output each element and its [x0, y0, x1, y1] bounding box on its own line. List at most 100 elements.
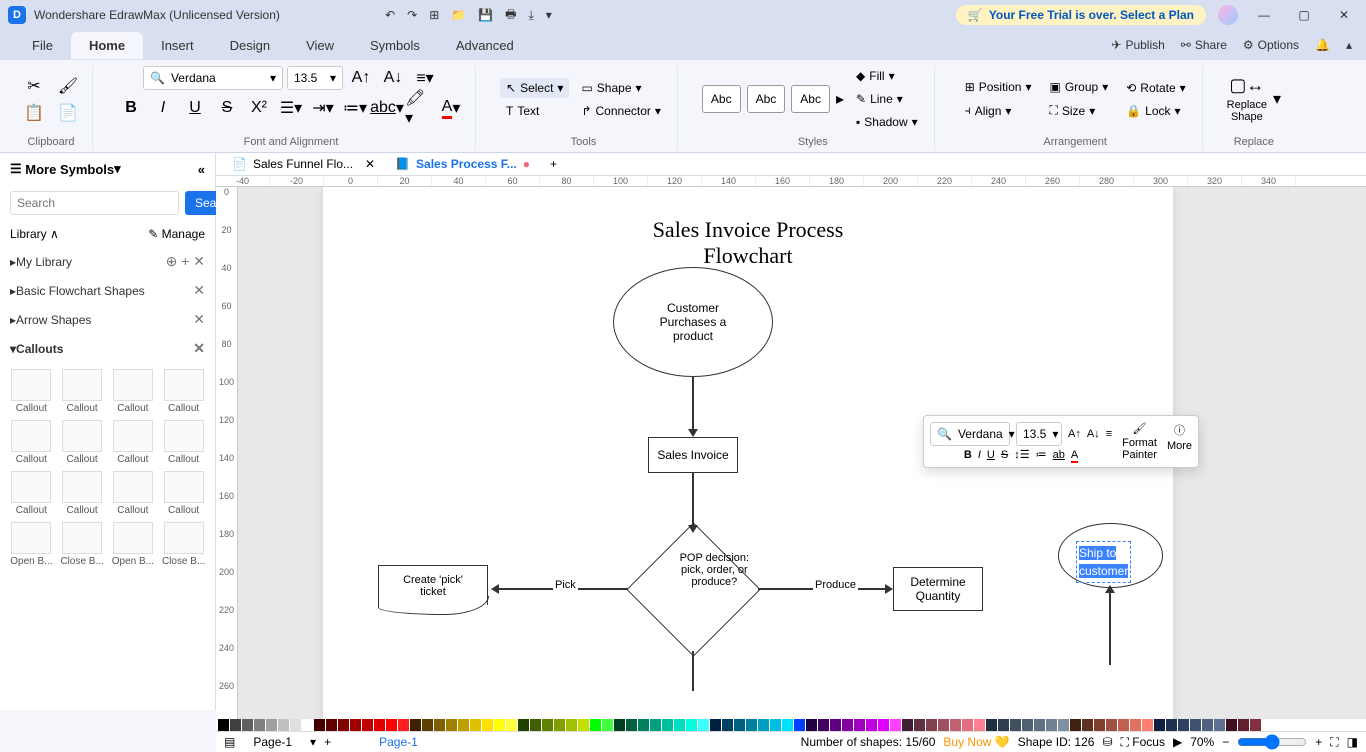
pagetab-add-icon[interactable]: +	[324, 735, 331, 749]
color-swatch[interactable]	[578, 719, 589, 731]
redo-icon[interactable]: ↷	[407, 8, 417, 22]
color-swatch[interactable]	[518, 719, 529, 731]
qa-more-icon[interactable]: ▾	[546, 8, 552, 22]
callout-thumb[interactable]: Callout	[160, 418, 207, 465]
undo-icon[interactable]: ↶	[385, 8, 395, 22]
float-dec-font-icon[interactable]: A↓	[1087, 428, 1100, 440]
color-swatch[interactable]	[650, 719, 661, 731]
style-preset-2[interactable]: Abc	[747, 85, 786, 113]
doctab-1[interactable]: 📄 Sales Funnel Flo...✕	[222, 153, 385, 175]
increase-font-icon[interactable]: A↑	[347, 66, 375, 90]
color-swatch[interactable]	[314, 719, 325, 731]
replace-dropdown-icon[interactable]: ▾	[1273, 89, 1281, 109]
replace-shape-icon[interactable]: ▢↔	[1229, 75, 1264, 96]
menu-design[interactable]: Design	[212, 32, 288, 59]
color-swatch[interactable]	[326, 719, 337, 731]
color-swatch[interactable]	[590, 719, 601, 731]
color-swatch[interactable]	[1070, 719, 1081, 731]
fit-page-icon[interactable]: ⛶	[1330, 735, 1338, 750]
color-swatch[interactable]	[914, 719, 925, 731]
color-swatch[interactable]	[410, 719, 421, 731]
color-swatch[interactable]	[1142, 719, 1153, 731]
color-swatch[interactable]	[1022, 719, 1033, 731]
color-swatch[interactable]	[782, 719, 793, 731]
color-swatch[interactable]	[626, 719, 637, 731]
rotate-tool[interactable]: ⟲ Rotate ▾	[1120, 78, 1191, 98]
node-start[interactable]: Customer Purchases a product	[613, 267, 773, 377]
canvas[interactable]: Sales Invoice Process Flowchart Customer…	[238, 187, 1366, 719]
menu-advanced[interactable]: Advanced	[438, 32, 532, 59]
color-swatch[interactable]	[446, 719, 457, 731]
paste-brush-icon[interactable]: 🖌	[54, 74, 82, 98]
color-swatch[interactable]	[530, 719, 541, 731]
notification-icon[interactable]: 🔔	[1315, 38, 1330, 52]
color-swatch[interactable]	[602, 719, 613, 731]
color-swatch[interactable]	[242, 719, 253, 731]
color-swatch[interactable]	[254, 719, 265, 731]
pagetab-1[interactable]: Page-1	[243, 732, 302, 752]
float-strike-icon[interactable]: S	[1001, 449, 1008, 461]
text-edit-box[interactable]: Ship tocustomer	[1076, 541, 1131, 583]
sidebar-title[interactable]: More Symbols	[25, 162, 114, 177]
menu-symbols[interactable]: Symbols	[352, 32, 438, 59]
superscript-icon[interactable]: X²	[245, 96, 273, 120]
minimize-button[interactable]: —	[1250, 8, 1278, 22]
print-icon[interactable]: 🖶	[505, 5, 516, 26]
sidebar-collapse-icon[interactable]: «	[198, 162, 205, 177]
color-swatch[interactable]	[302, 719, 313, 731]
group-tool[interactable]: ▣ Group ▾	[1043, 77, 1114, 97]
color-swatch[interactable]	[878, 719, 889, 731]
strike-icon[interactable]: S	[213, 96, 241, 120]
color-swatch[interactable]	[710, 719, 721, 731]
search-input[interactable]	[10, 191, 179, 215]
color-swatch[interactable]	[614, 719, 625, 731]
color-swatch[interactable]	[230, 719, 241, 731]
color-swatch[interactable]	[554, 719, 565, 731]
close-icon[interactable]: ✕	[365, 157, 375, 171]
color-swatch[interactable]	[734, 719, 745, 731]
color-swatch[interactable]	[1034, 719, 1045, 731]
callout-thumb[interactable]: Close B...	[160, 520, 207, 567]
connector-tool[interactable]: ↱ Connector ▾	[575, 101, 666, 121]
callout-thumb[interactable]: Open B...	[110, 520, 157, 567]
float-align-icon[interactable]: ≡	[1106, 428, 1112, 440]
color-swatch[interactable]	[686, 719, 697, 731]
color-swatch[interactable]	[890, 719, 901, 731]
line-spacing-icon[interactable]: ☰▾	[277, 96, 305, 120]
float-spacing-icon[interactable]: ↕☰	[1014, 448, 1029, 461]
paste-icon[interactable]: 📄	[54, 101, 82, 125]
underline-icon[interactable]: U	[181, 96, 209, 120]
options-button[interactable]: ⚙ Options	[1243, 38, 1299, 52]
cat-my-library[interactable]: ▸ My Library⊕ + ✕	[0, 247, 215, 276]
save-icon[interactable]: 💾	[478, 8, 493, 22]
color-swatch[interactable]	[1178, 719, 1189, 731]
open-icon[interactable]: 📁	[451, 8, 466, 22]
hamburger-icon[interactable]: ☰	[10, 161, 22, 177]
float-underline-icon[interactable]: U	[987, 449, 995, 461]
callout-thumb[interactable]: Callout	[160, 367, 207, 414]
decrease-font-icon[interactable]: A↓	[379, 66, 407, 90]
color-swatch[interactable]	[1010, 719, 1021, 731]
color-swatch[interactable]	[722, 719, 733, 731]
text-tool[interactable]: T Text	[500, 101, 569, 121]
color-swatch[interactable]	[842, 719, 853, 731]
case-icon[interactable]: abc▾	[373, 96, 401, 120]
color-swatch[interactable]	[986, 719, 997, 731]
color-swatch[interactable]	[950, 719, 961, 731]
float-italic-icon[interactable]: I	[978, 449, 981, 461]
color-swatch[interactable]	[1190, 719, 1201, 731]
menu-file[interactable]: File	[14, 32, 71, 59]
cat-arrow-shapes[interactable]: ▸ Arrow Shapes✕	[0, 305, 215, 334]
list-icon[interactable]: ≔▾	[341, 96, 369, 120]
pagetab-active[interactable]: Page-1	[369, 732, 428, 752]
layers-icon[interactable]: ⛁	[1102, 735, 1112, 749]
replace-shape-label[interactable]: Replace Shape	[1227, 99, 1267, 123]
color-swatch[interactable]	[1058, 719, 1069, 731]
color-swatch[interactable]	[926, 719, 937, 731]
style-preset-1[interactable]: Abc	[702, 85, 741, 113]
color-swatch[interactable]	[866, 719, 877, 731]
library-label[interactable]: Library ∧	[10, 227, 59, 241]
color-swatch[interactable]	[362, 719, 373, 731]
node-invoice[interactable]: Sales Invoice	[648, 437, 738, 473]
font-color-icon[interactable]: A▾	[437, 96, 465, 120]
